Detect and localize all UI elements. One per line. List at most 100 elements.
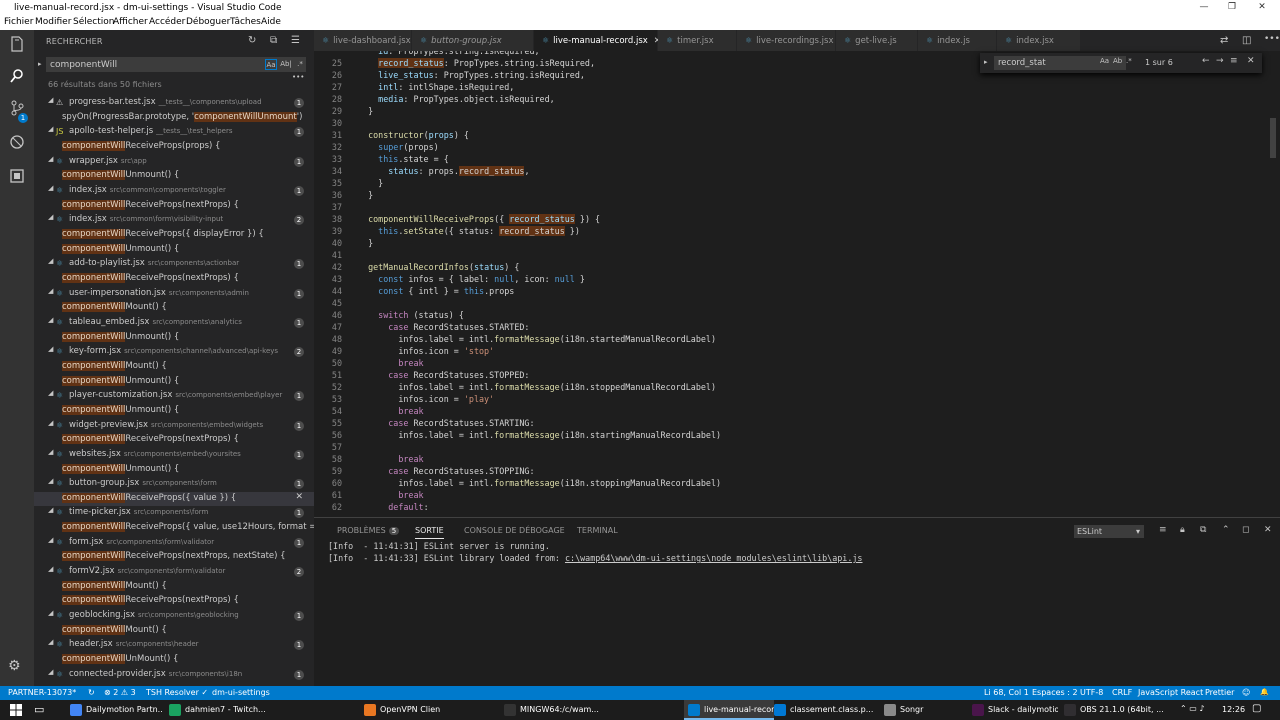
search-result-match[interactable]: spyOn(ProgressBar.prototype, 'componentW… (34, 111, 314, 126)
bell-icon[interactable]: 🔔 (1260, 688, 1269, 696)
close-window-button[interactable]: ✕ (1254, 2, 1270, 12)
view-output-icon[interactable]: ⧉ (1200, 525, 1206, 535)
find-match-word[interactable]: Ab (1113, 57, 1122, 65)
previous-match-icon[interactable]: ← (1202, 56, 1210, 66)
toggle-replace-icon[interactable]: ▸ (38, 60, 42, 68)
open-changes-icon[interactable]: ⇄ (1220, 35, 1228, 46)
search-result-file[interactable]: ◢ ⚛ user-impersonation.jsx src\components\a… (34, 287, 314, 302)
code-line[interactable]: 62 default: (314, 501, 1269, 513)
code-line[interactable]: 55 case RecordStatuses.STARTING: (314, 417, 1269, 429)
refresh-icon[interactable]: ↻ (248, 35, 256, 46)
output-channel-select[interactable]: ESLint ▾ (1074, 525, 1144, 538)
code-line[interactable]: 30 (314, 117, 1269, 129)
code-line[interactable]: 54 break (314, 405, 1269, 417)
search-result-match[interactable]: componentWillReceiveProps(nextProps) { (34, 272, 314, 287)
search-result-file[interactable]: ◢ ⚛ index.jsx src\common\components\toggler… (34, 184, 314, 199)
taskbar-app[interactable]: MINGW64:/c/wam... (500, 700, 610, 720)
menu-selection[interactable]: Sélection (73, 17, 114, 27)
code-line[interactable]: 38 componentWillReceiveProps({ record_st… (314, 213, 1269, 225)
regex-toggle[interactable]: .* (294, 59, 306, 70)
search-result-file[interactable]: ◢ JS apollo-test-helper.js __tests__\test_h… (34, 125, 314, 140)
notifications-icon[interactable]: ▢ (1252, 703, 1261, 714)
extensions-icon[interactable] (7, 168, 27, 188)
search-result-match[interactable]: componentWillUnmount() { (34, 331, 314, 346)
encoding[interactable]: UTF-8 (1080, 688, 1103, 697)
search-result-file[interactable]: ◢ ⚛ form.jsx src\components\form\validator 1 (34, 536, 314, 551)
toggle-replace-arrow-icon[interactable]: ▸ (984, 58, 988, 66)
editor-tab[interactable]: ⚛ live-dashboard.jsx (314, 30, 411, 51)
cursor-position[interactable]: Li 68, Col 1 (984, 688, 1029, 697)
code-line[interactable]: 60 infos.label = intl.formatMessage(i18n… (314, 477, 1269, 489)
search-result-match[interactable]: componentWillUnmount() { (34, 375, 314, 390)
git-branch[interactable]: PARTNER-13073* (8, 688, 76, 697)
panel-tab[interactable]: TERMINAL (577, 526, 618, 535)
feedback-icon[interactable]: ☺ (1242, 688, 1250, 697)
code-line[interactable]: 40 } (314, 237, 1269, 249)
search-result-file[interactable]: ◢ ⚛ index.jsx src\common\form\visibility-in… (34, 213, 314, 228)
search-input[interactable] (47, 58, 247, 71)
code-line[interactable]: 37 (314, 201, 1269, 213)
search-result-match[interactable]: componentWillUnmount() { (34, 169, 314, 184)
search-result-match[interactable]: componentWillUnMount() { (34, 653, 314, 668)
editor-tab[interactable]: ⚛ get-live.js (836, 30, 917, 51)
code-line[interactable]: 51 case RecordStatuses.STOPPED: (314, 369, 1269, 381)
taskbar-app[interactable]: Dailymotion Partn... (66, 700, 162, 720)
search-result-match[interactable]: componentWillMount() { (34, 301, 314, 316)
search-result-match[interactable]: componentWillMount() { (34, 360, 314, 375)
search-result-match[interactable]: componentWillReceiveProps(nextProps) { (34, 594, 314, 609)
match-case-toggle[interactable]: Aa (265, 59, 277, 70)
code-line[interactable]: 44 const { intl } = this.props (314, 285, 1269, 297)
find-in-selection-icon[interactable]: ≡ (1230, 56, 1238, 66)
search-result-match[interactable]: componentWillReceiveProps({ displayError… (34, 228, 314, 243)
close-panel-icon[interactable]: ✕ (1264, 525, 1272, 535)
panel-layout-icon[interactable]: ◻ (1242, 525, 1249, 535)
lock-scroll-icon[interactable]: 🔒︎ (1180, 525, 1185, 535)
code-line[interactable]: 35 } (314, 177, 1269, 189)
code-line[interactable]: 42 getManualRecordInfos(status) { (314, 261, 1269, 273)
maximize-button[interactable]: ❐ (1224, 2, 1240, 12)
search-result-file[interactable]: ◢ ⚠ progress-bar.test.jsx __tests__\compone… (34, 96, 314, 111)
code-editor[interactable]: id: PropTypes.string.isRequired, 25 recor… (314, 51, 1280, 516)
search-result-file[interactable]: ◢ ⚛ geoblocking.jsx src\components\geoblock… (34, 609, 314, 624)
output-link[interactable]: c:\wamp64\www\dm-ui-settings\node_module… (565, 553, 863, 563)
close-find-icon[interactable]: ✕ (1247, 56, 1255, 66)
panel-tab[interactable]: SORTIE (415, 526, 444, 539)
search-result-match[interactable]: componentWillReceiveProps(nextProps) { (34, 199, 314, 214)
prettier-status[interactable]: Prettier (1205, 688, 1234, 697)
maximize-panel-icon[interactable]: ⌃ (1222, 525, 1230, 535)
code-line[interactable]: 29 } (314, 105, 1269, 117)
code-line[interactable]: 48 infos.label = intl.formatMessage(i18n… (314, 333, 1269, 345)
next-match-icon[interactable]: → (1216, 56, 1224, 66)
search-result-file[interactable]: ◢ ⚛ add-to-playlist.jsx src\components\acti… (34, 257, 314, 272)
code-line[interactable]: 47 case RecordStatuses.STARTED: (314, 321, 1269, 333)
menu-aide[interactable]: Aide (261, 17, 281, 27)
search-result-file[interactable]: ◢ ⚛ time-picker.jsx src\components\form 1 (34, 506, 314, 521)
search-result-match[interactable]: componentWillReceiveProps(nextProps) { (34, 433, 314, 448)
taskbar-app[interactable]: Slack - dailymotion (968, 700, 1058, 720)
editor-tab[interactable]: ⚛ index.jsx (997, 30, 1080, 51)
sync-icon[interactable]: ↻ (88, 688, 95, 697)
code-line[interactable]: 33 this.state = { (314, 153, 1269, 165)
menu-afficher[interactable]: Afficher (113, 17, 148, 27)
code-line[interactable]: 45 (314, 297, 1269, 309)
search-result-match[interactable]: componentWillUnmount() { (34, 463, 314, 478)
code-line[interactable]: 32 super(props) (314, 141, 1269, 153)
tsh-resolver[interactable]: TSH Resolver ✓ (146, 688, 208, 697)
match-word-toggle[interactable]: Ab| (280, 59, 292, 70)
taskbar-app[interactable]: OpenVPN Client (360, 700, 440, 720)
search-result-match[interactable]: componentWillMount() { (34, 580, 314, 595)
files-icon[interactable] (7, 36, 27, 56)
code-line[interactable]: 49 infos.icon = 'stop' (314, 345, 1269, 357)
search-result-file[interactable]: ◢ ⚛ connected-provider.jsx src\components\i… (34, 668, 314, 683)
search-result-file[interactable]: ◢ ⚛ widget-preview.jsx src\components\embed… (34, 419, 314, 434)
indentation[interactable]: Espaces : 2 (1032, 688, 1078, 697)
code-line[interactable]: 39 this.setState({ status: record_status… (314, 225, 1269, 237)
system-tray-icons[interactable]: ⌃ ▭ ♪ (1180, 704, 1204, 713)
language-mode[interactable]: JavaScript React (1138, 688, 1203, 697)
menu-deboguer[interactable]: Déboguer (186, 17, 230, 27)
code-line[interactable]: 41 (314, 249, 1269, 261)
code-line[interactable]: 43 const infos = { label: null, icon: nu… (314, 273, 1269, 285)
editor-tab[interactable]: ⚛ timer.jsx (658, 30, 736, 51)
editor-tab[interactable]: ⚛live-manual-record.jsx✕ (534, 30, 661, 51)
menu-taches[interactable]: Tâches (230, 17, 261, 27)
